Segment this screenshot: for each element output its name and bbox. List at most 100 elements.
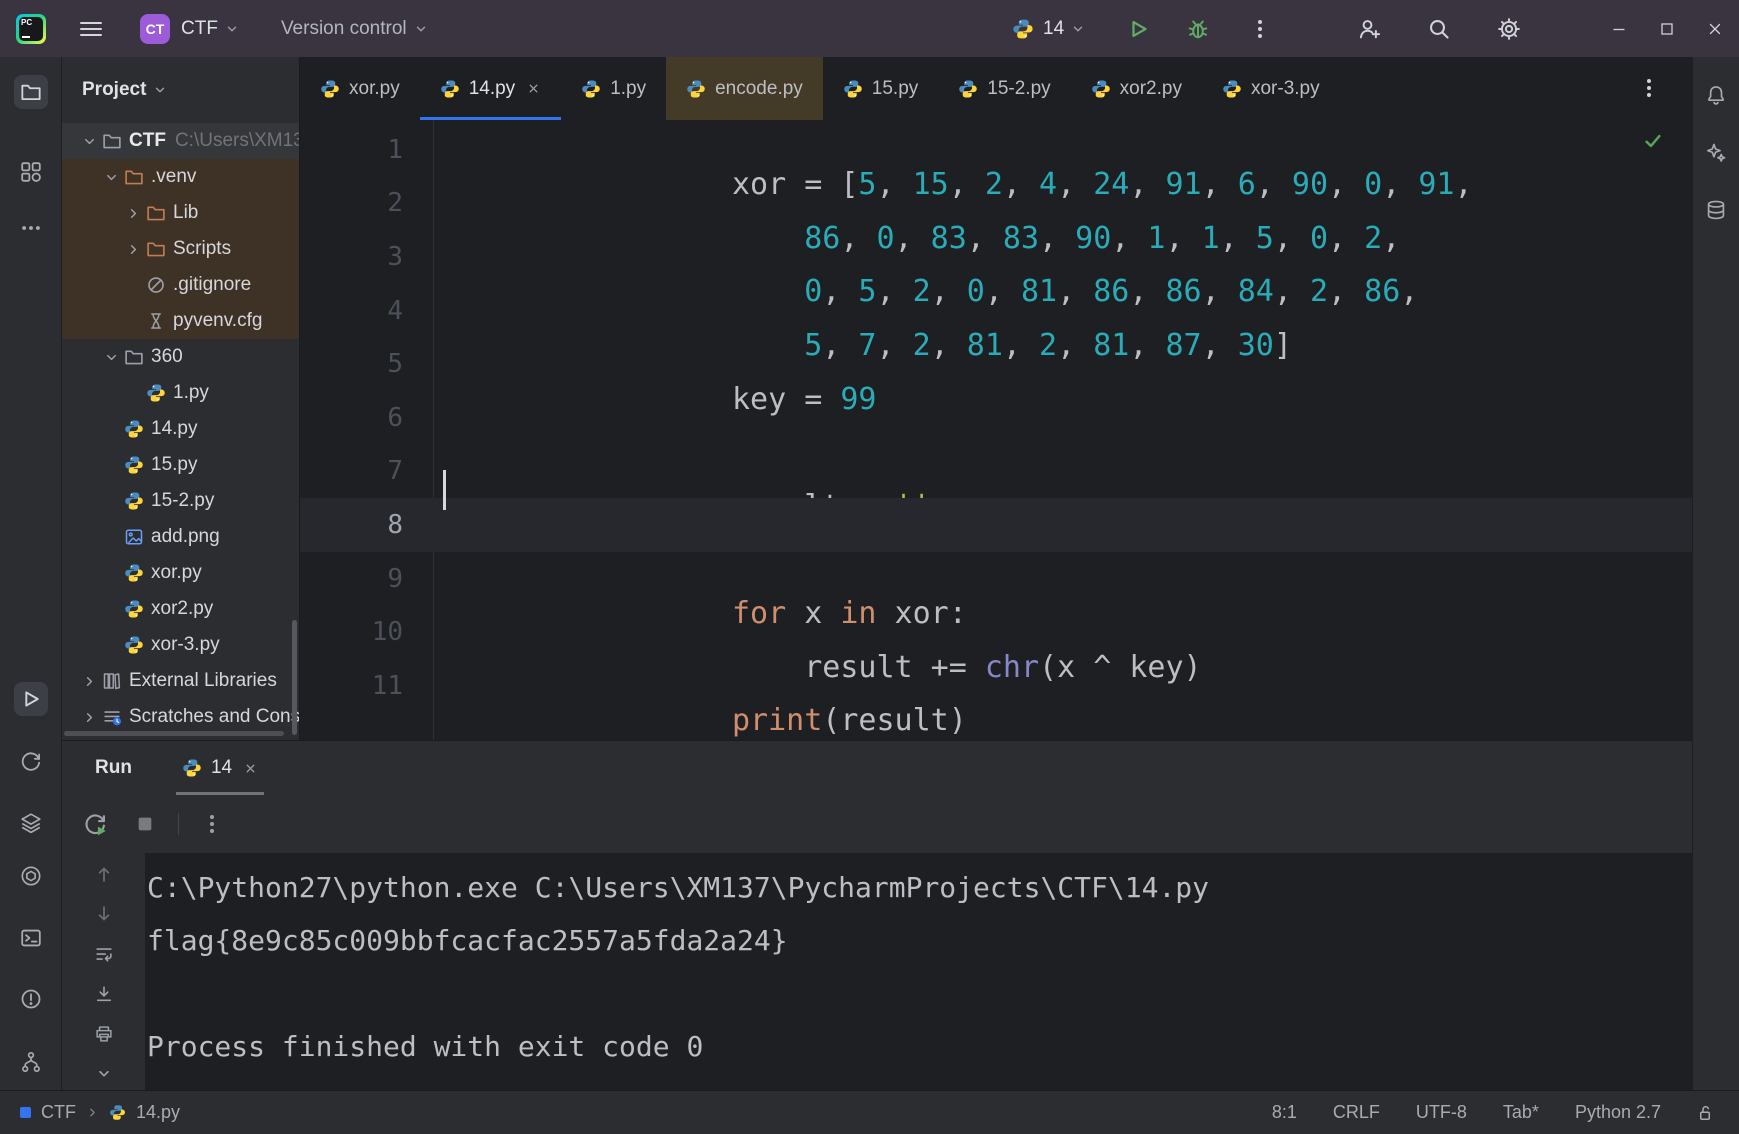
tree-expand-icon[interactable] — [78, 674, 100, 689]
window-maximize-button[interactable] — [1643, 0, 1691, 57]
tree-expand-icon[interactable] — [78, 710, 100, 725]
tree-row[interactable]: xor-3.py — [62, 627, 299, 663]
stop-button[interactable] — [128, 807, 162, 841]
tree-item-icon — [124, 563, 144, 583]
kebab-icon — [1647, 79, 1651, 97]
tree-row[interactable]: External Libraries — [62, 663, 299, 699]
status-widget[interactable]: Tab* — [1503, 1102, 1539, 1123]
editor-tab[interactable]: 1.py — [561, 57, 666, 120]
pycharm-window: { "titlebar": { "project_badge": "CT", "… — [0, 0, 1739, 1134]
rerun-button[interactable] — [78, 807, 112, 841]
tree-row[interactable]: .gitignore — [62, 267, 299, 303]
python-file-icon — [109, 1104, 126, 1121]
main-menu-button[interactable] — [74, 12, 108, 46]
tree-expand-icon[interactable] — [100, 350, 122, 365]
notifications-button[interactable] — [1700, 79, 1732, 111]
soft-wrap-button[interactable] — [91, 941, 117, 967]
tree-row[interactable]: 15.py — [62, 447, 299, 483]
editor-tab[interactable]: xor.py — [300, 57, 420, 120]
tree-row[interactable]: Lib — [62, 195, 299, 231]
layers-icon — [20, 812, 42, 834]
run-tool-button[interactable] — [14, 682, 48, 716]
tree-row[interactable]: add.png — [62, 519, 299, 555]
python-packages-tool-button[interactable] — [14, 859, 48, 893]
status-widget[interactable]: UTF-8 — [1416, 1102, 1467, 1123]
next-occurrence-button[interactable] — [91, 901, 117, 927]
debug-button[interactable] — [1181, 12, 1215, 46]
status-file[interactable]: 14.py — [136, 1102, 180, 1123]
tree-expand-icon[interactable] — [122, 206, 144, 221]
tree-row[interactable]: Scripts — [62, 231, 299, 267]
editor-tab[interactable]: xor2.py — [1071, 57, 1202, 120]
code-with-me-button[interactable] — [1352, 12, 1386, 46]
tree-item-icon — [124, 455, 144, 475]
run-tab-close-icon[interactable] — [243, 761, 258, 776]
window-close-button[interactable] — [1691, 0, 1739, 57]
tree-expand-icon[interactable] — [78, 134, 100, 149]
python-console-tool-button[interactable] — [14, 744, 48, 778]
status-project[interactable]: CTF — [41, 1102, 76, 1123]
project-widget[interactable]: CT CTF — [140, 14, 239, 44]
tree-row[interactable]: CTF C:\Users\XM137 — [62, 123, 299, 159]
ai-assistant-button[interactable] — [1700, 136, 1732, 168]
window-minimize-button[interactable] — [1595, 0, 1643, 57]
project-panel-header[interactable]: Project — [62, 57, 299, 123]
editor-tab[interactable]: 14.py — [420, 57, 561, 120]
tab-label: xor2.py — [1120, 78, 1182, 100]
code-token: (result) — [822, 703, 967, 738]
tabs-more-button[interactable] — [1632, 71, 1666, 105]
tree-row[interactable]: Scratches and Conso — [62, 699, 299, 735]
editor-tab[interactable]: encode.py — [666, 57, 823, 120]
settings-button[interactable] — [1492, 12, 1526, 46]
more-actions-button[interactable] — [1243, 12, 1277, 46]
readonly-lock-button[interactable] — [1695, 1103, 1715, 1123]
version-control-tool-button[interactable] — [14, 1045, 48, 1079]
print-button[interactable] — [91, 1021, 117, 1047]
tree-row[interactable]: xor2.py — [62, 591, 299, 627]
editor-tab[interactable]: 15-2.py — [938, 57, 1070, 120]
project-vertical-scrollbar[interactable] — [292, 620, 297, 735]
tree-row[interactable]: xor.py — [62, 555, 299, 591]
toolbar-divider — [178, 813, 179, 835]
run-options-button[interactable] — [195, 807, 229, 841]
status-widget[interactable]: Python 2.7 — [1575, 1102, 1661, 1123]
tab-close-icon[interactable] — [526, 81, 541, 96]
tree-expand-icon[interactable] — [122, 242, 144, 257]
services-tool-button[interactable] — [14, 806, 48, 840]
tree-row[interactable]: 1.py — [62, 375, 299, 411]
terminal-tool-button[interactable] — [14, 921, 48, 955]
line-number: 3 — [300, 242, 433, 272]
tree-row[interactable]: 14.py — [62, 411, 299, 447]
expand-chevron-icon[interactable] — [91, 1061, 117, 1087]
run-tab[interactable]: 14 — [176, 741, 264, 795]
project-horizontal-scrollbar[interactable] — [64, 731, 284, 736]
run-toolbar — [62, 795, 1692, 853]
project-avatar: CT — [140, 14, 170, 44]
database-button[interactable] — [1700, 194, 1732, 226]
tree-row[interactable]: .venv — [62, 159, 299, 195]
inspections-widget[interactable] — [1642, 130, 1664, 152]
structure-tool-button[interactable] — [14, 155, 48, 189]
run-button[interactable] — [1121, 12, 1155, 46]
search-everywhere-button[interactable] — [1422, 12, 1456, 46]
tree-expand-icon[interactable] — [100, 170, 122, 185]
status-widget[interactable]: 8:1 — [1272, 1102, 1297, 1123]
tab-label: xor-3.py — [1251, 78, 1320, 100]
run-panel: Run 14 — [62, 740, 1692, 1090]
prev-occurrence-button[interactable] — [91, 861, 117, 887]
code-editor[interactable]: 1 xor = [5, 15, 2, 4, 24, 91, 6, 90, 0, … — [300, 120, 1692, 740]
vcs-widget[interactable]: Version control — [281, 18, 428, 40]
chevron-down-icon — [1071, 22, 1085, 36]
more-tool-windows-button[interactable] — [14, 211, 48, 245]
problems-tool-button[interactable] — [14, 982, 48, 1016]
tree-row[interactable]: pyvenv.cfg — [62, 303, 299, 339]
editor-tab[interactable]: 15.py — [823, 57, 938, 120]
tree-row[interactable]: 15-2.py — [62, 483, 299, 519]
status-widget[interactable]: CRLF — [1333, 1102, 1380, 1123]
scroll-to-end-button[interactable] — [91, 981, 117, 1007]
console-line: Process finished with exit code 0 — [147, 1020, 1692, 1073]
editor-tab[interactable]: xor-3.py — [1202, 57, 1340, 120]
run-config-selector[interactable]: 14 — [1012, 18, 1085, 40]
tree-row[interactable]: 360 — [62, 339, 299, 375]
project-tool-button[interactable] — [14, 75, 48, 109]
